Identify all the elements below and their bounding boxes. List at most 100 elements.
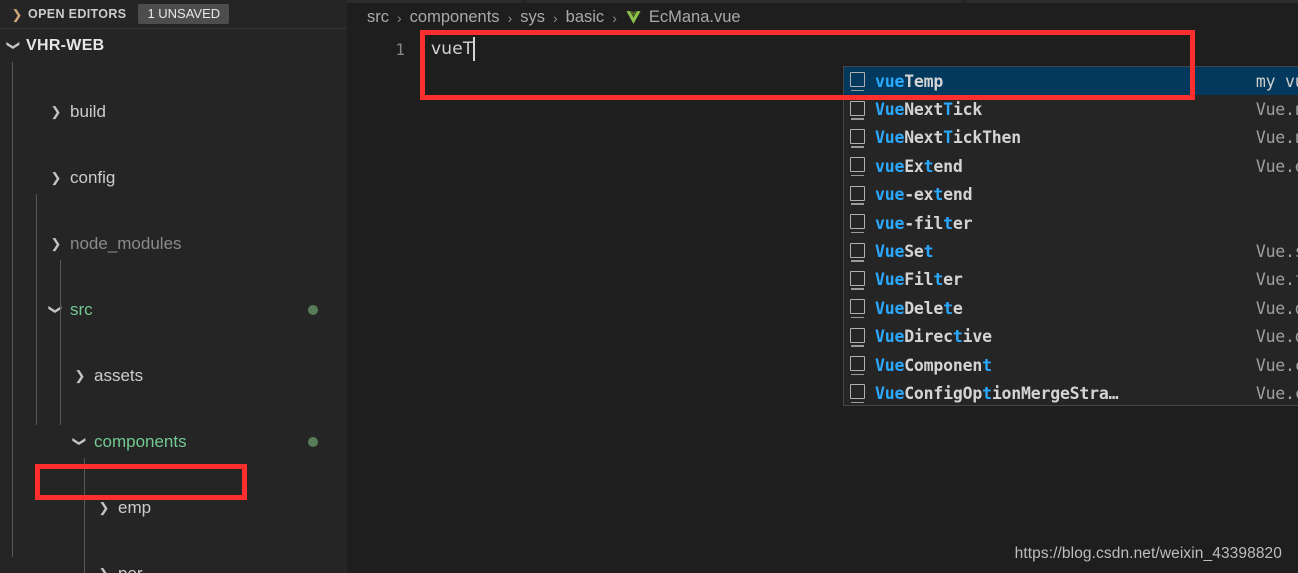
tree-item-label: per [118, 563, 143, 573]
tree-item-label: components [94, 431, 187, 451]
snippet-icon [850, 185, 865, 205]
suggestion-detail: Vue.nextTick( callbac… [1255, 100, 1298, 120]
breadcrumb-separator-icon: › [397, 9, 402, 26]
tree-item-src[interactable]: ❯ src [0, 293, 347, 326]
chevron-down-icon: ❯ [72, 436, 88, 447]
text-cursor [473, 37, 475, 61]
chevron-right-icon: ❯ [50, 170, 62, 185]
snippet-icon [850, 299, 865, 319]
suggestion-item[interactable]: VueDelete Vue.delete( target, k… [844, 294, 1298, 322]
suggestion-detail: Vue.extend( options )… [1255, 156, 1298, 176]
chevron-right-icon: ❯ [50, 236, 62, 251]
tree-item-label: emp [118, 497, 152, 517]
suggestion-item[interactable]: vue-filtervue-filter (vue) [844, 209, 1298, 237]
suggestion-detail: Vue.directive( id, [d… [1255, 327, 1298, 347]
line-number: 1 [395, 40, 405, 59]
tree-item-config[interactable]: ❯ config [0, 161, 347, 194]
suggestion-detail: Vue.nextTick( callbac… [1255, 128, 1298, 148]
tree-item-emp[interactable]: ❯ emp [0, 491, 347, 524]
modified-indicator-dot [308, 436, 318, 447]
watermark-url: https://blog.csdn.net/weixin_43398820 [1014, 545, 1282, 562]
breadcrumb-item-basic[interactable]: basic [566, 8, 605, 27]
suggestion-item[interactable]: VueDirective Vue.directive( id, [d… [844, 323, 1298, 351]
snippet-icon [850, 270, 865, 290]
suggestion-detail: my vue template (User… [1255, 71, 1298, 91]
suggestion-label: VueNextTickThen [875, 128, 1022, 148]
snippet-icon [850, 72, 865, 92]
breadcrumb-item-components[interactable]: components [410, 8, 500, 27]
snippet-icon [850, 100, 865, 120]
snippet-icon [850, 356, 865, 376]
suggestion-label: vueTemp [875, 71, 944, 91]
suggestion-item[interactable]: VueFilter Vue.filter( id, [defi… [844, 266, 1298, 294]
tree-item-label: config [70, 167, 116, 187]
breadcrumb-separator-icon: › [552, 9, 558, 26]
file-tree: ❯ VHR-WEB ❯ build ❯ config ❯ node_modules ❯ src ❯ a… [0, 29, 347, 573]
breadcrumb-item-file[interactable]: EcMana.vue [649, 8, 741, 27]
chevron-right-icon: ❯ [50, 104, 62, 119]
suggestion-item[interactable]: VueNextTickThen Vue.nextTick( callbac… [844, 124, 1298, 152]
vue-file-icon [626, 11, 641, 24]
suggestion-item[interactable]: vueExtend Vue.extend( options )… [844, 152, 1298, 180]
suggestion-label: VueFilter [875, 270, 963, 290]
suggestion-label: VueConfigOptionMergeStra… [875, 383, 1119, 403]
tree-item-node-modules[interactable]: ❯ node_modules [0, 227, 347, 260]
suggestion-item[interactable]: vueTemp my vue template (User… [844, 67, 1298, 96]
chevron-right-icon: ❯ [11, 6, 23, 22]
breadcrumb-item-src[interactable]: src [367, 8, 389, 27]
open-editors-header[interactable]: ❯ OPEN EDITORS 1 UNSAVED [0, 0, 347, 29]
tree-item-label: node_modules [70, 233, 182, 253]
modified-indicator-dot [308, 304, 318, 315]
suggestion-label: vue-filter [875, 213, 973, 233]
suggestion-label: VueNextTick [875, 100, 983, 120]
suggestion-item[interactable]: VueConfigOptionMergeStra… Vue.config.opti… [844, 379, 1298, 405]
explorer-sidebar: ❯ OPEN EDITORS 1 UNSAVED ❯ VHR-WEB ❯ build ❯… [0, 0, 347, 573]
tree-item-per[interactable]: ❯ per [0, 557, 347, 573]
suggestion-label: vue-extend [875, 185, 973, 205]
suggestion-detail: Vue.delete( target, k… [1255, 298, 1298, 318]
suggestion-item[interactable]: VueNextTick Vue.nextTick( callbac… [844, 95, 1298, 123]
snippet-icon [850, 157, 865, 177]
tree-indent-guide [12, 62, 13, 557]
suggestion-detail: Vue.set( target, key,… [1255, 242, 1298, 262]
chevron-right-icon: ❯ [74, 368, 86, 383]
breadcrumb-separator-icon: › [507, 9, 513, 26]
chevron-down-icon: ❯ [6, 40, 22, 51]
tree-root-label: VHR-WEB [26, 36, 105, 54]
tree-item-build[interactable]: ❯ build [0, 95, 347, 128]
breadcrumb-item-sys[interactable]: sys [520, 8, 545, 27]
suggestion-label: VueComponent [875, 355, 992, 375]
suggestion-item[interactable]: vue-extendvue-extend (vue) [844, 181, 1298, 209]
suggestion-label: VueDirective [875, 327, 992, 347]
snippet-icon [850, 128, 865, 148]
suggestion-label: VueSet [875, 242, 934, 262]
suggestion-label: vueExtend [875, 156, 963, 176]
suggestion-label: VueDelete [875, 298, 963, 318]
breadcrumb: src › components › sys › basic › EcMana.… [347, 3, 1298, 32]
editor-area: src › components › sys › basic › EcMana.… [347, 0, 1298, 573]
tree-item-label: build [70, 101, 106, 121]
open-editors-label: OPEN EDITORS [28, 7, 127, 21]
snippet-icon [850, 384, 865, 404]
suggestion-detail: Vue.filter( id, [defi… [1255, 270, 1298, 290]
tree-item-assets[interactable]: ❯ assets [0, 359, 347, 392]
breadcrumb-separator-icon: › [612, 9, 617, 26]
suggestion-detail: Vue.config.optionMerg… [1255, 383, 1298, 403]
chevron-right-icon: ❯ [94, 567, 114, 573]
suggestion-item[interactable]: VueComponent Vue.component( id, [d… [844, 351, 1298, 379]
tree-item-components[interactable]: ❯ components [0, 425, 347, 458]
chevron-right-icon: ❯ [98, 500, 110, 515]
tree-indent-guide [36, 194, 37, 425]
tree-root-vhr-web[interactable]: ❯ VHR-WEB [0, 29, 347, 62]
tree-indent-guide [84, 458, 85, 573]
unsaved-count-badge: 1 UNSAVED [138, 4, 230, 24]
snippet-icon [850, 242, 865, 262]
suggestion-item[interactable]: VueSet Vue.set( target, key,… [844, 237, 1298, 265]
suggestion-detail: Vue.component( id, [d… [1255, 355, 1298, 375]
snippet-icon [850, 327, 865, 347]
snippet-icon [850, 214, 865, 234]
tree-item-label: src [70, 299, 93, 319]
vscode-window: ❯ OPEN EDITORS 1 UNSAVED ❯ VHR-WEB ❯ build ❯… [0, 0, 1298, 573]
tree-item-label: assets [94, 365, 144, 385]
autocomplete-suggestion-list[interactable]: vueTemp my vue template (User… VueNextTick… [843, 66, 1298, 406]
